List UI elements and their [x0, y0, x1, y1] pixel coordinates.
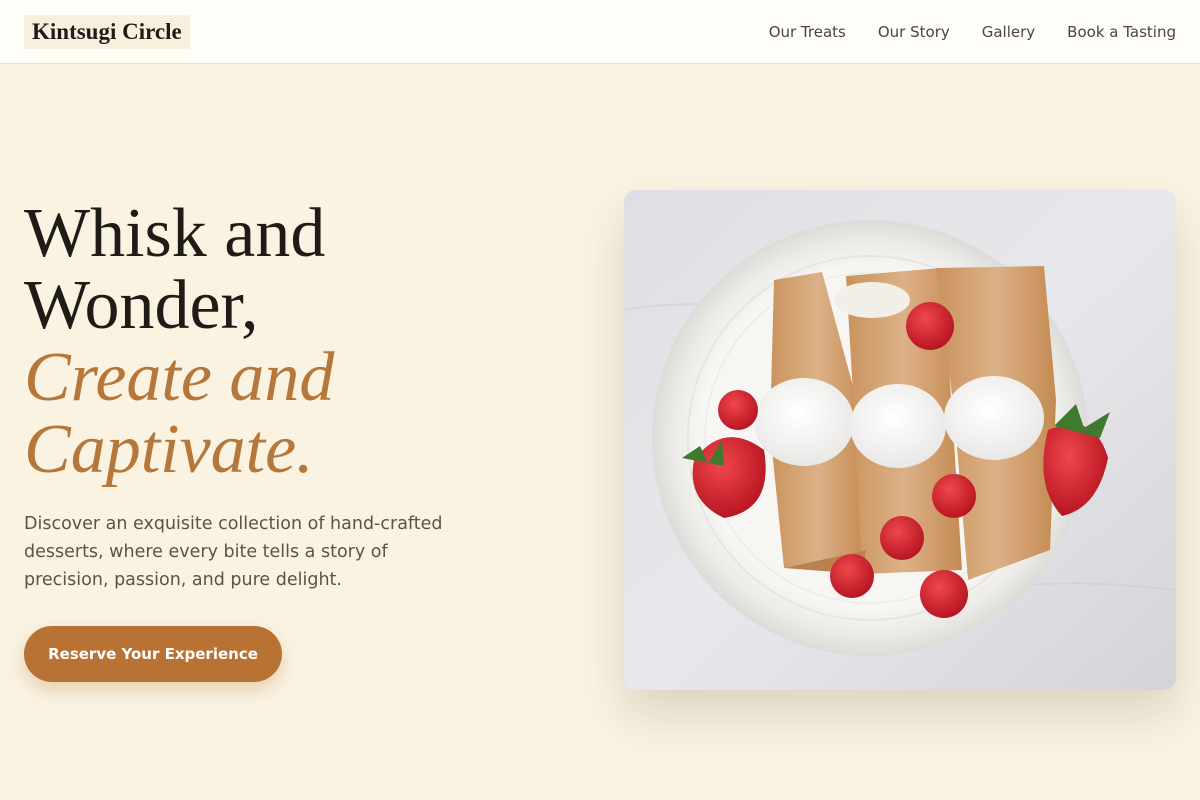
dessert-illustration	[624, 190, 1176, 690]
hero-description: Discover an exquisite collection of hand…	[24, 514, 443, 590]
hero-title-line: Whisk and	[24, 195, 326, 272]
nav-our-treats[interactable]: Our Treats	[769, 23, 846, 41]
main-nav: Our Treats Our Story Gallery Book a Tast…	[769, 0, 1176, 64]
nav-book-a-tasting[interactable]: Book a Tasting	[1067, 23, 1176, 41]
hero-title-line: Wonder,	[24, 267, 259, 344]
nav-our-story[interactable]: Our Story	[878, 23, 950, 41]
hero-title: Whisk and Wonder, Create and Captivate.	[24, 198, 584, 486]
hero-dessert-image	[624, 190, 1176, 690]
reserve-experience-button[interactable]: Reserve Your Experience	[24, 626, 282, 682]
hero-title-accent-line: Captivate.	[24, 411, 314, 488]
site-header: Kintsugi Circle Our Treats Our Story Gal…	[0, 0, 1200, 64]
hero-title-accent-line: Create and	[24, 339, 335, 416]
nav-gallery[interactable]: Gallery	[982, 23, 1035, 41]
logo[interactable]: Kintsugi Circle	[24, 15, 190, 49]
